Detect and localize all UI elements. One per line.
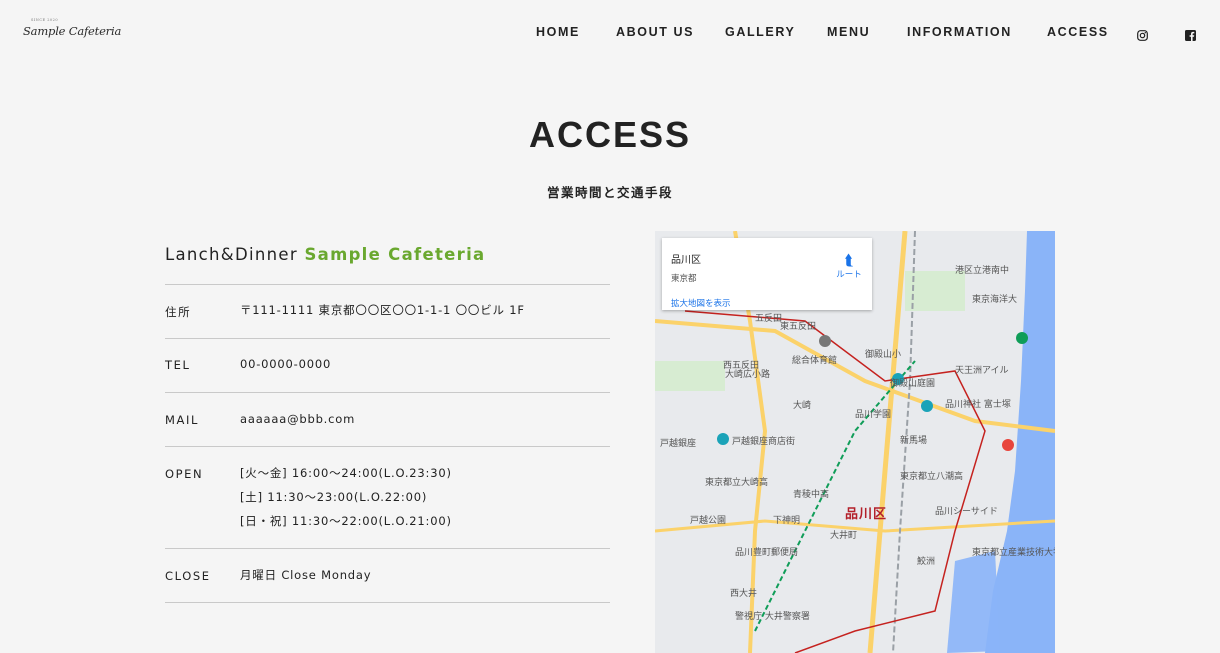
map-label: 東京都立産業技術大学院大	[972, 548, 1055, 558]
divider	[165, 392, 610, 393]
map-label: 新馬場	[900, 436, 928, 446]
map-label: 東京都立大崎高	[705, 478, 769, 488]
info-heading-name: Sample Cafeteria	[304, 245, 486, 264]
map-label: 品川シーサイド	[935, 507, 998, 517]
map-label: 五反田	[755, 314, 783, 324]
value-open-saturday: [土] 11:30〜23:00(L.O.22:00)	[240, 490, 428, 504]
map-label: 天王洲アイル	[955, 366, 1009, 376]
map-label: 御殿山小	[865, 350, 902, 360]
map-label: 警視庁 大井警察署	[735, 612, 810, 622]
map-label: 東京都立八潮高	[900, 472, 964, 482]
site-header: SINCE 2020 Sample Cafeteria HOME ABOUT U…	[0, 0, 1220, 64]
value-open-weekday: [火〜金] 16:00〜24:00(L.O.23:30)	[240, 466, 452, 480]
info-heading-prefix: Lanch&Dinner	[165, 245, 298, 264]
instagram-icon[interactable]	[1137, 26, 1148, 41]
value-tel: 00-0000-0000	[240, 357, 332, 371]
map-marker-icon[interactable]	[921, 400, 933, 412]
label-tel: TEL	[165, 358, 191, 372]
divider	[165, 602, 610, 603]
page-title: ACCESS	[528, 114, 692, 155]
divider	[165, 446, 610, 447]
map-place-prefecture: 東京都	[671, 274, 697, 284]
map-label: 西大井	[730, 589, 758, 599]
map-marker-icon[interactable]	[717, 433, 729, 445]
map-water	[947, 551, 1000, 653]
map-label: 東五反田	[780, 322, 817, 332]
site-logo[interactable]: SINCE 2020 Sample Cafeteria	[23, 18, 122, 38]
nav-about-us[interactable]: ABOUT US	[616, 25, 694, 39]
directions-icon: ⮬	[844, 251, 854, 269]
divider	[165, 548, 610, 549]
nav-gallery[interactable]: GALLERY	[725, 25, 795, 39]
map-park	[655, 361, 725, 391]
google-map[interactable]: 五反田 大崎 戸越銀座 品川学園 御殿山庭園 新馬場 大井町 鮫洲 東京都立八潮…	[655, 231, 1055, 653]
label-mail: MAIL	[165, 413, 199, 427]
nav-menu[interactable]: MENU	[827, 25, 870, 39]
value-address: 〒111-1111 東京都〇〇区〇〇1-1-1 〇〇ビル 1F	[240, 303, 525, 317]
page-subtitle: 営業時間と交通手段	[546, 185, 673, 200]
nav-home[interactable]: HOME	[536, 25, 580, 39]
label-address: 住所	[165, 305, 192, 319]
map-marker-icon[interactable]	[1016, 332, 1028, 344]
info-heading: Lanch&Dinner Sample Cafeteria	[165, 245, 485, 264]
nav-information[interactable]: INFORMATION	[907, 25, 1012, 39]
map-marker-icon[interactable]	[1002, 439, 1014, 451]
nav-access[interactable]: ACCESS	[1047, 25, 1109, 39]
map-label: 戸越銀座商店街	[732, 437, 796, 447]
map-label: 鮫洲	[917, 557, 936, 567]
value-close: 月曜日 Close Monday	[240, 568, 372, 582]
map-enlarge-link[interactable]: 拡大地図を表示	[671, 297, 731, 309]
map-label: 下神明	[773, 516, 801, 526]
map-area-label: 品川区	[845, 507, 888, 522]
map-marker-icon[interactable]	[819, 335, 831, 347]
map-label: 青稜中高	[793, 490, 830, 500]
map-label: 御殿山庭園	[890, 379, 936, 389]
map-label: 品川神社 富士塚	[945, 400, 1011, 410]
facebook-icon[interactable]	[1185, 26, 1196, 41]
label-close: CLOSE	[165, 569, 211, 583]
label-open: OPEN	[165, 467, 204, 481]
value-open-holiday: [日・祝] 11:30〜22:00(L.O.21:00)	[240, 514, 452, 528]
map-info-card: 品川区 東京都 拡大地図を表示 ⮬ ルート	[662, 238, 872, 310]
divider	[165, 338, 610, 339]
map-place-name: 品川区	[671, 255, 701, 266]
map-label: 品川学園	[855, 410, 892, 420]
map-label: 大崎	[793, 401, 812, 411]
map-label: 大井町	[830, 531, 858, 541]
map-label: 西五反田	[723, 361, 760, 371]
logo-tagline: SINCE 2020	[31, 18, 59, 22]
map-label: 品川豊町郵便局	[735, 548, 799, 558]
value-mail: aaaaaa@bbb.com	[240, 412, 356, 426]
map-label: 港区立港南中	[955, 266, 1010, 276]
map-route-label: ルート	[836, 270, 862, 280]
logo-text: Sample Cafeteria	[23, 24, 122, 38]
map-label: 戸越公園	[690, 516, 727, 526]
map-label: 東京海洋大	[972, 295, 1018, 305]
map-label: 総合体育館	[792, 356, 838, 366]
divider	[165, 284, 610, 285]
map-label: 戸越銀座	[660, 439, 697, 449]
map-route-button[interactable]: ⮬ ルート	[833, 252, 865, 280]
